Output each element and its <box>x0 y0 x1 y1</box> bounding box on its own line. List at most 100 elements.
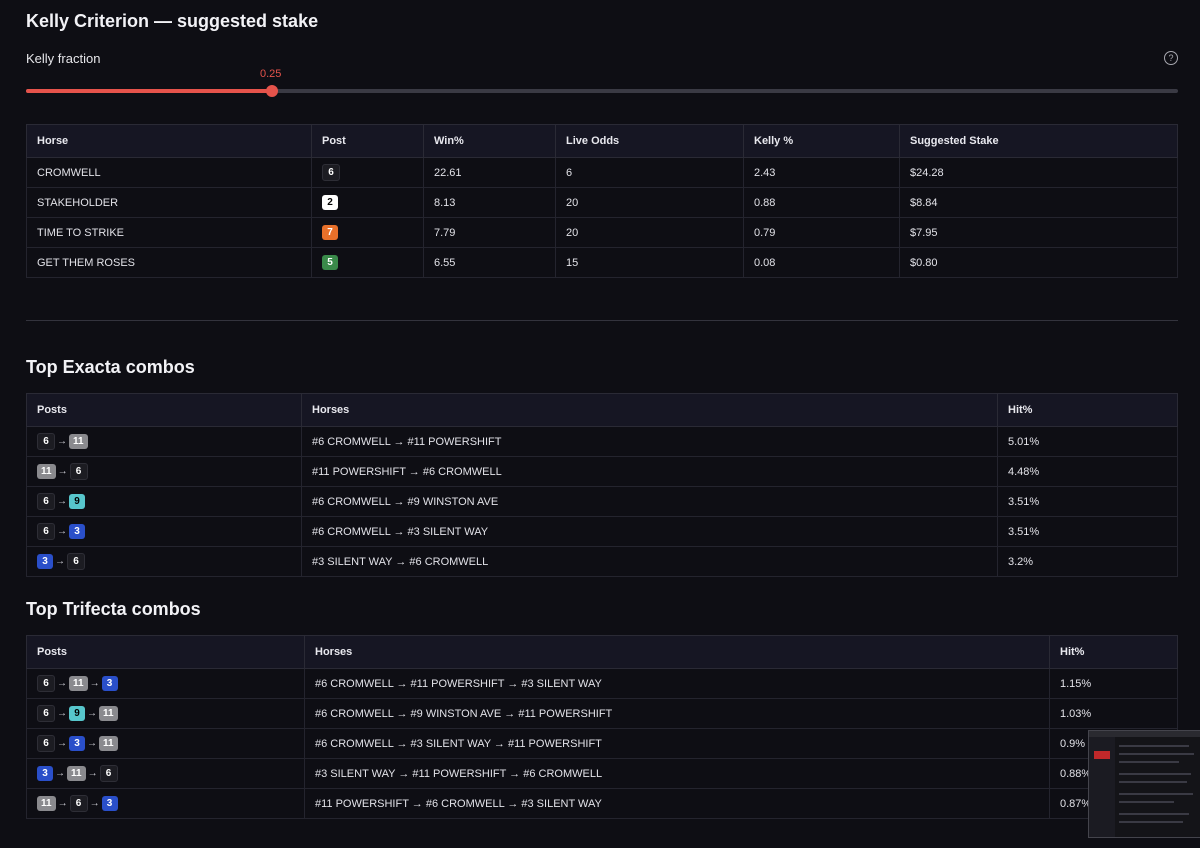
col-kelly-pct[interactable]: Kelly % <box>743 124 900 158</box>
table-row: STAKEHOLDER 2 8.13 20 0.88 $8.84 <box>26 187 1178 218</box>
thumbnail-row <box>1119 801 1174 803</box>
posts-cell: 6 → 9 <box>26 486 302 517</box>
post-badge: 3 <box>69 736 85 751</box>
posts-cell: 6 → 3 → 11 <box>26 728 305 759</box>
thumbnail-row <box>1119 745 1189 747</box>
horses-cell: #3 SILENT WAY → #11 POWERSHIFT → #6 CROM… <box>304 758 1050 789</box>
hit-cell: 3.51% <box>997 486 1178 517</box>
post-badge: 6 <box>322 164 340 181</box>
post-badge: 2 <box>322 195 338 210</box>
post-badge: 3 <box>101 796 118 811</box>
post-badge: 6 <box>37 675 55 692</box>
arrow-icon: → <box>55 556 65 567</box>
win-cell: 8.13 <box>423 187 556 218</box>
arrow-icon: → <box>57 436 67 447</box>
post-badge: 11 <box>69 676 88 691</box>
post-badge: 6 <box>37 433 55 450</box>
hit-cell: 3.2% <box>997 546 1178 577</box>
thumbnail-row <box>1119 793 1193 795</box>
horses-cell: #6 CROMWELL → #9 WINSTON AVE → #11 POWER… <box>304 698 1050 729</box>
col-hit[interactable]: Hit% <box>1049 635 1178 669</box>
col-posts[interactable]: Posts <box>26 393 302 427</box>
col-post[interactable]: Post <box>311 124 424 158</box>
post-badge: 11 <box>99 736 118 751</box>
col-win[interactable]: Win% <box>423 124 556 158</box>
post-badge: 6 <box>69 463 88 480</box>
col-horses[interactable]: Horses <box>301 393 998 427</box>
hit-cell: 5.01% <box>997 426 1178 457</box>
post-badge: 5 <box>322 255 338 270</box>
col-horse[interactable]: Horse <box>26 124 312 158</box>
post-badge: 6 <box>37 493 55 510</box>
post-badge: 6 <box>37 735 55 752</box>
arrow-icon: → <box>57 798 68 809</box>
post-badge: 9 <box>69 706 85 721</box>
hit-cell: 4.48% <box>997 456 1178 487</box>
post-badge: 7 <box>322 225 338 240</box>
post-badge: 11 <box>69 434 88 449</box>
posts-cell: 3 → 11 → 6 <box>26 758 305 789</box>
slider-value: 0.25 <box>260 68 282 80</box>
kelly-cell: 2.43 <box>743 157 900 188</box>
col-live-odds[interactable]: Live Odds <box>555 124 744 158</box>
thumbnail-row <box>1119 813 1189 815</box>
trifecta-table: Posts Horses Hit% 6 → 11 → 3 #6 CROMWELL → #1… <box>26 635 1178 819</box>
posts-cell: 6 → 11 → 3 <box>26 668 305 699</box>
post-badge: 6 <box>37 705 55 722</box>
hit-cell: 1.03% <box>1049 698 1178 729</box>
screenshot-thumbnail[interactable] <box>1088 730 1200 838</box>
posts-cell: 6 → 9 → 11 <box>26 698 305 729</box>
stake-cell: $24.28 <box>899 157 1178 188</box>
post-badge: 3 <box>69 524 85 539</box>
thumbnail-row <box>1119 773 1191 775</box>
col-horses[interactable]: Horses <box>304 635 1050 669</box>
win-cell: 7.79 <box>423 217 556 248</box>
slider-fill <box>26 89 272 93</box>
kelly-fraction-slider[interactable] <box>26 85 1178 97</box>
post-badge: 11 <box>99 706 118 721</box>
post-badge: 6 <box>99 765 118 782</box>
table-row: TIME TO STRIKE 7 7.79 20 0.79 $7.95 <box>26 217 1178 248</box>
post-badge: 6 <box>69 795 88 812</box>
arrow-icon: → <box>89 798 100 809</box>
posts-cell: 11 → 6 → 3 <box>26 788 305 819</box>
trifecta-title: Top Trifecta combos <box>26 599 201 619</box>
horse-cell: CROMWELL <box>26 157 312 188</box>
stake-cell: $8.84 <box>899 187 1178 218</box>
win-cell: 22.61 <box>423 157 556 188</box>
table-row: 3 → 11 → 6 #3 SILENT WAY → #11 POWERSHIFT → #… <box>26 758 1178 789</box>
table-row: 6 → 3 #6 CROMWELL → #3 SILENT WAY 3.51% <box>26 516 1178 547</box>
arrow-icon: → <box>57 466 68 477</box>
post-badge: 11 <box>37 464 56 479</box>
posts-cell: 3 → 6 <box>26 546 302 577</box>
post-badge: 3 <box>37 766 53 781</box>
post-badge: 6 <box>37 523 55 540</box>
odds-cell: 20 <box>555 217 744 248</box>
horses-cell: #3 SILENT WAY → #6 CROMWELL <box>301 546 998 577</box>
col-suggested-stake[interactable]: Suggested Stake <box>899 124 1178 158</box>
table-row: 6 → 11 → 3 #6 CROMWELL → #11 POWERSHIFT → #3 … <box>26 668 1178 699</box>
stake-cell: $7.95 <box>899 217 1178 248</box>
exacta-table: Posts Horses Hit% 6 → 11 #6 CROMWELL → #11 … <box>26 393 1178 577</box>
table-row: 11 → 6 → 3 #11 POWERSHIFT → #6 CROMWELL → #3 … <box>26 788 1178 819</box>
slider-handle[interactable] <box>266 85 278 97</box>
section-divider <box>26 320 1178 321</box>
table-row: 3 → 6 #3 SILENT WAY → #6 CROMWELL 3.2% <box>26 546 1178 577</box>
horses-cell: #6 CROMWELL → #9 WINSTON AVE <box>301 486 998 517</box>
help-icon[interactable]: ? <box>1164 51 1178 65</box>
arrow-icon: → <box>57 708 67 719</box>
post-cell: 2 <box>311 187 424 218</box>
table-row: 6 → 9 #6 CROMWELL → #9 WINSTON AVE 3.51% <box>26 486 1178 517</box>
post-badge: 9 <box>69 494 85 509</box>
arrow-icon: → <box>57 678 67 689</box>
col-hit[interactable]: Hit% <box>997 393 1178 427</box>
table-row: 6 → 9 → 11 #6 CROMWELL → #9 WINSTON AVE → #11… <box>26 698 1178 729</box>
thumbnail-row <box>1119 821 1183 823</box>
posts-cell: 6 → 3 <box>26 516 302 547</box>
post-cell: 5 <box>311 247 424 278</box>
horses-cell: #6 CROMWELL → #3 SILENT WAY <box>301 516 998 547</box>
odds-cell: 20 <box>555 187 744 218</box>
table-row: 11 → 6 #11 POWERSHIFT → #6 CROMWELL 4.48% <box>26 456 1178 487</box>
col-posts[interactable]: Posts <box>26 635 305 669</box>
thumbnail-logo <box>1094 751 1110 759</box>
